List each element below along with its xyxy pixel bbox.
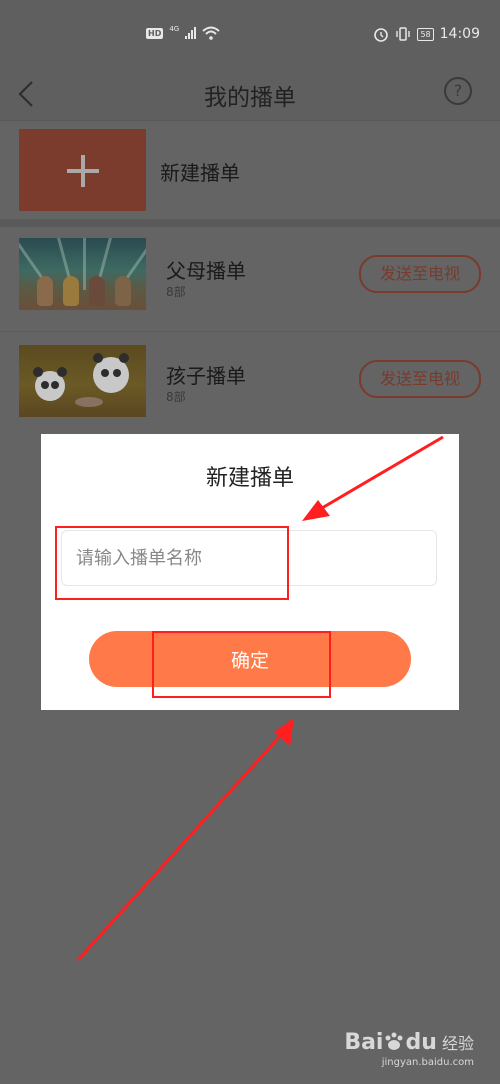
battery-level: 58 <box>417 27 434 41</box>
thumbnail-decoration <box>93 353 103 363</box>
thumbnail-decoration <box>33 367 43 377</box>
hd-badge: HD <box>146 27 164 39</box>
thumbnail-decoration <box>113 369 121 377</box>
thumbnail-decoration <box>41 381 49 389</box>
clock: 14:09 <box>439 26 480 42</box>
thumbnail-decoration <box>51 381 59 389</box>
thumbnail-figure <box>89 276 105 306</box>
thumbnail-figure <box>37 276 53 306</box>
new-playlist-tile[interactable] <box>19 129 146 211</box>
new-playlist-label: 新建播单 <box>160 161 240 185</box>
playlist-thumbnail <box>19 238 146 310</box>
network-type: 4G <box>169 25 180 33</box>
dialog-title: 新建播单 <box>205 466 294 491</box>
wifi-icon <box>202 26 220 40</box>
vibrate-icon <box>396 27 411 41</box>
thumbnail-figure <box>63 276 79 306</box>
watermark-cn: 经验 <box>441 1034 474 1053</box>
page-title: 我的播单 <box>204 85 296 111</box>
watermark-url: jingyan.baidu.com <box>381 1057 474 1068</box>
thumbnail-decoration <box>75 397 103 407</box>
help-button[interactable]: ? <box>444 77 472 105</box>
input-highlight-box <box>55 526 289 600</box>
watermark-logo-text: Bai <box>344 1030 384 1055</box>
thumbnail-figure <box>33 367 67 401</box>
signal-icon <box>185 27 197 39</box>
thumbnail-decoration <box>83 238 86 290</box>
alarm-icon <box>374 28 389 42</box>
new-playlist-row[interactable]: 新建播单 <box>0 121 500 219</box>
watermark-logo-du: du <box>405 1030 437 1055</box>
baidu-watermark: Bai du 经验 jingyan.baidu.com <box>344 1029 474 1068</box>
status-right-group: 58 14:09 <box>373 26 480 42</box>
nav-bar: 我的播单 ? <box>0 70 500 121</box>
playlist-count: 8部 <box>166 390 186 404</box>
send-to-tv-button[interactable]: 发送至电视 <box>359 360 481 398</box>
thumbnail-decoration <box>57 367 67 377</box>
arrow-line-bottom <box>76 732 284 962</box>
send-to-tv-button[interactable]: 发送至电视 <box>359 255 481 293</box>
button-highlight-box <box>152 631 331 698</box>
playlist-item[interactable]: 父母播单 8部 发送至电视 <box>0 227 500 332</box>
thumbnail-decoration <box>119 353 129 363</box>
thumbnail-decoration <box>101 369 109 377</box>
playlist-name: 孩子播单 <box>166 364 246 388</box>
playlist-count: 8部 <box>166 285 186 299</box>
section-divider <box>0 219 500 227</box>
playlist-item[interactable]: 孩子播单 8部 发送至电视 <box>0 332 500 436</box>
paw-icon <box>385 1032 403 1050</box>
playlist-thumbnail <box>19 345 146 417</box>
status-bar: HD 4G 58 14:09 <box>0 0 500 70</box>
plus-icon-vertical <box>81 155 85 187</box>
playlist-name: 父母播单 <box>166 259 246 283</box>
thumbnail-figure <box>115 276 131 306</box>
arrow-head-bottom <box>274 718 294 746</box>
thumbnail-figure <box>93 353 129 393</box>
status-left-group: HD 4G <box>146 25 220 40</box>
